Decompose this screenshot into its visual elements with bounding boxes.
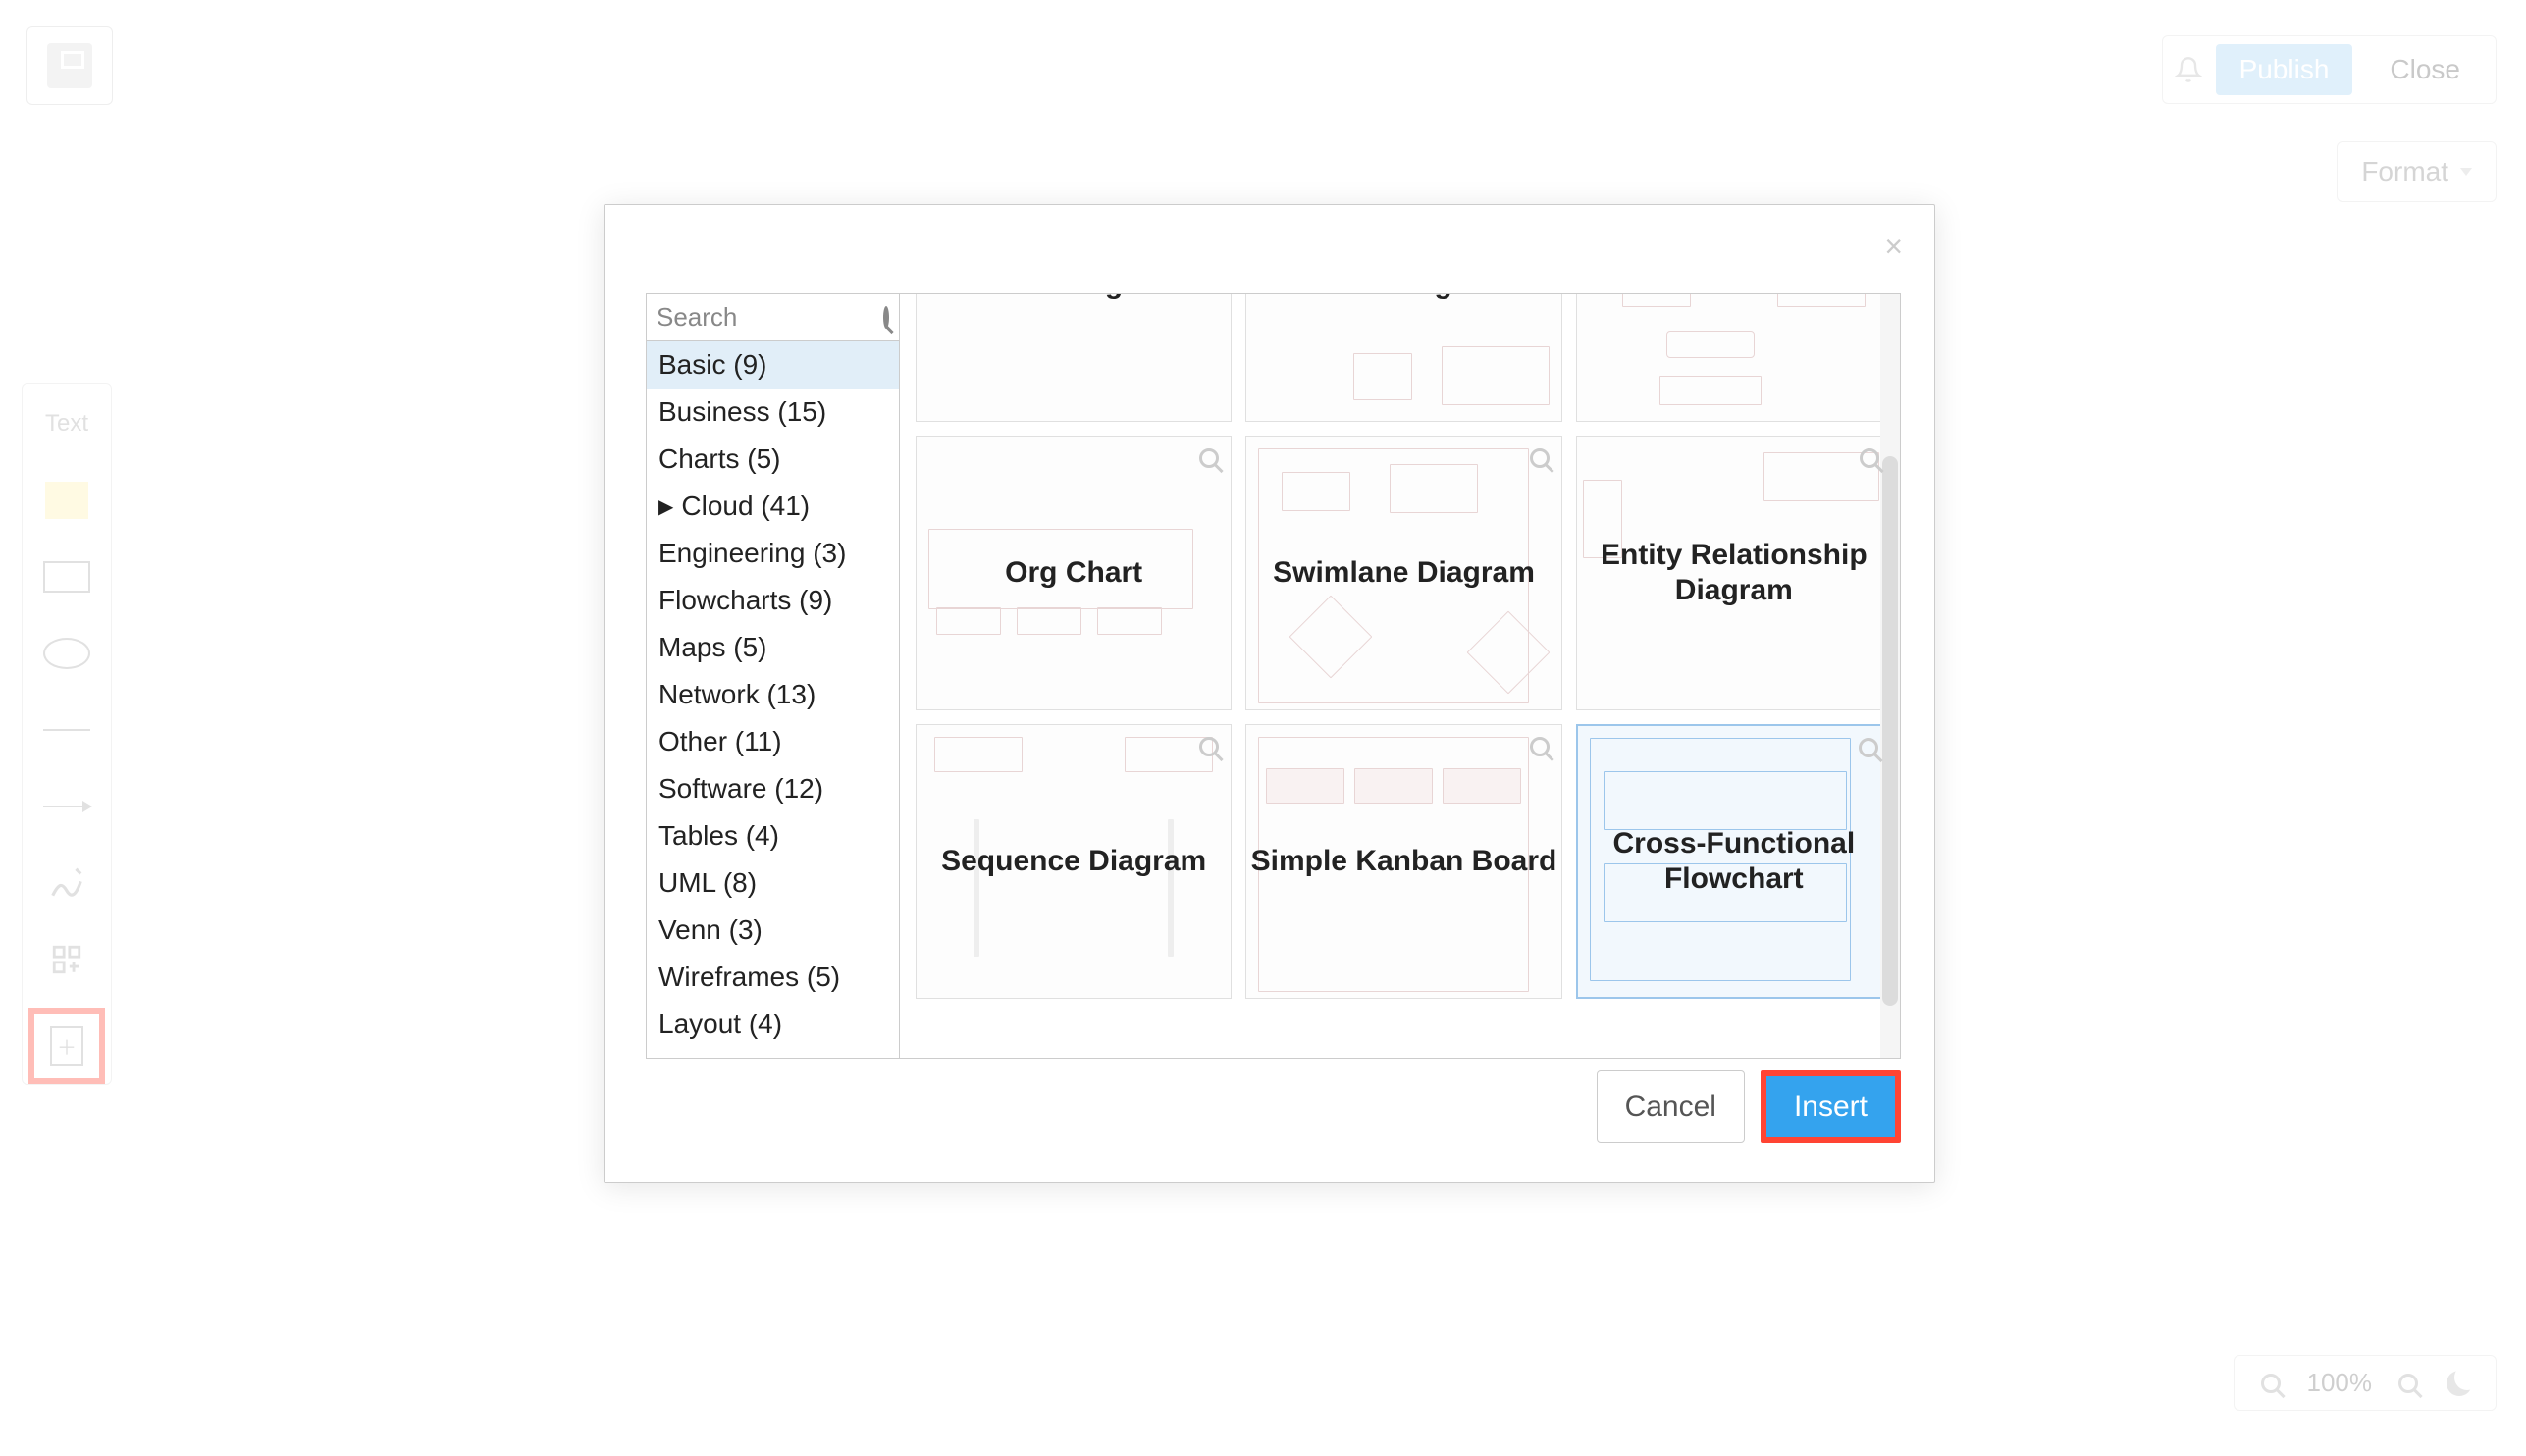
template-entity-relationship[interactable]: Entity Relationship Diagram (1576, 436, 1892, 710)
cancel-button[interactable]: Cancel (1597, 1070, 1745, 1143)
modal-body: Basic (9) Business (15) Charts (5) ▶Clou… (646, 293, 1901, 1059)
category-business[interactable]: Business (15) (647, 389, 899, 436)
category-other[interactable]: Other (11) (647, 718, 899, 765)
category-uml[interactable]: UML (8) (647, 859, 899, 907)
category-tables[interactable]: Tables (4) (647, 812, 899, 859)
category-software[interactable]: Software (12) (647, 765, 899, 812)
category-engineering[interactable]: Engineering (3) (647, 530, 899, 577)
template-title: Blank Diagram (971, 294, 1177, 302)
template-search-input[interactable] (647, 294, 899, 340)
template-cross-functional-flowchart[interactable]: Cross-Functional Flowchart (1576, 724, 1892, 999)
category-wireframes[interactable]: Wireframes (5) (647, 954, 899, 1001)
modal-close-button[interactable]: × (1884, 229, 1903, 265)
template-scrollbar[interactable] (1880, 294, 1900, 1058)
publish-button[interactable]: Publish (2216, 44, 2353, 95)
text-tool[interactable]: Text (38, 395, 95, 452)
template-title: Org Chart (1005, 555, 1142, 591)
search-wrapper (647, 294, 899, 341)
line-tool[interactable] (38, 702, 95, 758)
ellipse-tool[interactable] (38, 625, 95, 682)
ellipse-icon (43, 638, 90, 669)
category-network[interactable]: Network (13) (647, 671, 899, 718)
category-charts[interactable]: Charts (5) (647, 436, 899, 483)
template-title: Simple Kanban Board (1251, 844, 1557, 879)
template-title: Class Diagram (1301, 294, 1505, 302)
app-logo[interactable] (26, 26, 113, 105)
template-picker-modal: × Basic (9) Business (15) Charts (5) ▶Cl… (604, 204, 1935, 1183)
close-button[interactable]: Close (2366, 44, 2484, 95)
zoom-out-icon[interactable] (2256, 1369, 2286, 1398)
category-basic[interactable]: Basic (9) (647, 341, 899, 389)
template-grid: Blank Diagram Class Diagram (900, 294, 1900, 1058)
sticky-note-icon (45, 482, 88, 519)
template-org-chart[interactable]: Org Chart (916, 436, 1232, 710)
search-icon (883, 309, 889, 327)
zoom-controls: 100% (2234, 1355, 2498, 1411)
category-maps[interactable]: Maps (5) (647, 624, 899, 671)
template-title: Flowchart (1664, 294, 1804, 302)
category-layout[interactable]: Layout (4) (647, 1001, 899, 1048)
preview-icon[interactable] (1193, 731, 1225, 762)
template-thumbnail (1252, 294, 1554, 415)
arrow-icon (43, 806, 90, 807)
category-flowcharts[interactable]: Flowcharts (9) (647, 577, 899, 624)
template-flowchart[interactable]: Flowchart (1576, 294, 1892, 422)
template-category-sidebar: Basic (9) Business (15) Charts (5) ▶Clou… (647, 294, 900, 1058)
shapes-tool[interactable] (38, 931, 95, 988)
template-blank-diagram[interactable]: Blank Diagram (916, 294, 1232, 422)
notifications-icon[interactable] (2175, 56, 2202, 83)
rectangle-tool[interactable] (38, 548, 95, 605)
freehand-tool[interactable] (38, 855, 95, 911)
template-title: Cross-Functional Flowchart (1578, 826, 1890, 897)
format-label: Format (2361, 156, 2448, 187)
zoom-in-icon[interactable] (2394, 1369, 2423, 1398)
preview-icon[interactable] (1524, 442, 1555, 474)
format-dropdown[interactable]: Format (2337, 141, 2497, 202)
preview-icon[interactable] (1854, 442, 1885, 474)
preview-icon[interactable] (1853, 732, 1884, 763)
template-icon (50, 1026, 83, 1066)
category-list: Basic (9) Business (15) Charts (5) ▶Clou… (647, 341, 899, 1058)
modal-footer: Cancel Insert (1597, 1070, 1901, 1143)
preview-icon[interactable] (1193, 442, 1225, 474)
dark-mode-icon[interactable] (2445, 1369, 2474, 1398)
template-title: Swimlane Diagram (1273, 555, 1535, 591)
template-class-diagram[interactable]: Class Diagram (1245, 294, 1561, 422)
top-right-toolbar: Publish Close (2162, 35, 2497, 104)
line-icon (43, 729, 90, 731)
insert-button-highlight: Insert (1761, 1070, 1901, 1143)
left-shape-toolbar: Text (22, 383, 112, 1085)
note-tool[interactable] (38, 472, 95, 529)
category-cloud[interactable]: ▶Cloud (41) (647, 483, 899, 530)
category-venn[interactable]: Venn (3) (647, 907, 899, 954)
chevron-right-icon: ▶ (658, 494, 673, 519)
preview-icon[interactable] (1524, 731, 1555, 762)
template-swimlane-diagram[interactable]: Swimlane Diagram (1245, 436, 1561, 710)
template-title: Entity Relationship Diagram (1577, 538, 1891, 608)
insert-button[interactable]: Insert (1766, 1076, 1895, 1137)
zoom-level[interactable]: 100% (2307, 1368, 2373, 1398)
rectangle-icon (43, 561, 90, 593)
template-thumbnail (1583, 294, 1885, 415)
diagram-logo-icon (47, 43, 92, 88)
template-title: Sequence Diagram (941, 844, 1206, 879)
chevron-down-icon (2460, 168, 2472, 176)
template-sequence-diagram[interactable]: Sequence Diagram (916, 724, 1232, 999)
arrow-tool[interactable] (38, 778, 95, 835)
templates-tool[interactable] (28, 1008, 105, 1084)
template-kanban-board[interactable]: Simple Kanban Board (1245, 724, 1561, 999)
